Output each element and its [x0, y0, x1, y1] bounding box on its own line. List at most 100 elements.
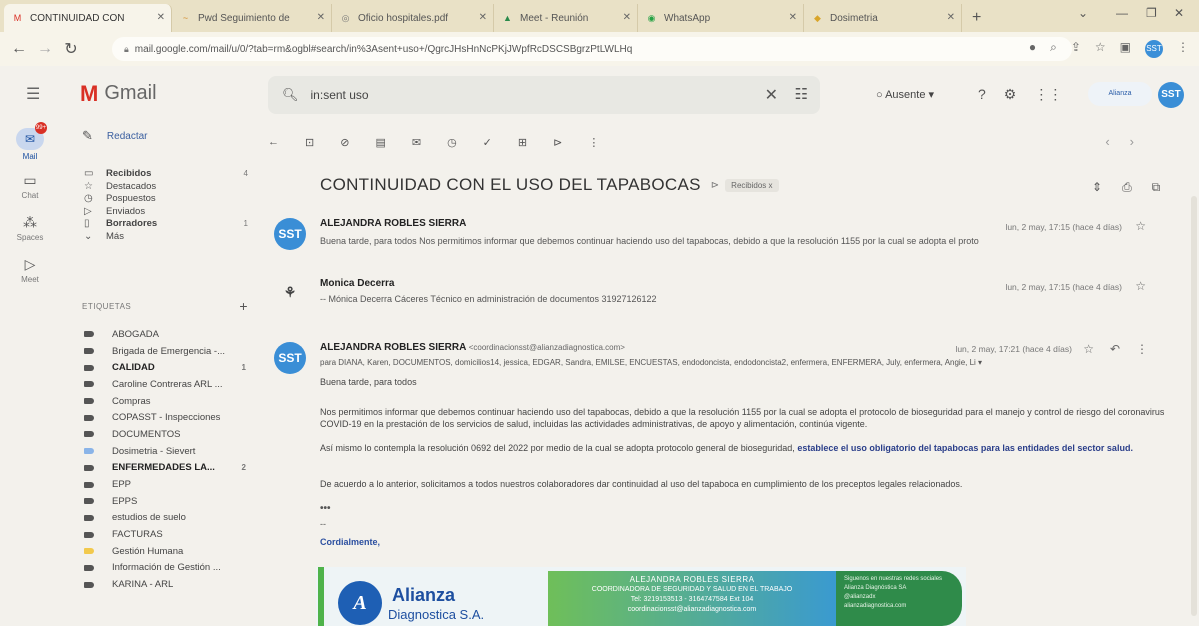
- browser-tab-gmail[interactable]: M CONTINUIDAD CON ✕: [4, 4, 172, 32]
- star-icon[interactable]: ☆: [1135, 219, 1146, 233]
- sidebar-label-item[interactable]: DOCUMENTOS: [78, 426, 248, 443]
- print-icon[interactable]: ⎙: [1122, 180, 1132, 195]
- sidebar-label-item[interactable]: estudios de suelo: [78, 510, 248, 527]
- rail-spaces[interactable]: ⁂ Spaces: [0, 214, 60, 242]
- rail-meet[interactable]: ▷ Meet: [0, 256, 60, 284]
- close-tab-icon[interactable]: ✕: [157, 12, 165, 23]
- compose-button[interactable]: ✎ Redactar: [82, 128, 147, 144]
- more-vert-icon[interactable]: ⋮: [588, 136, 599, 149]
- location-icon[interactable]: ●: [1029, 40, 1036, 58]
- maximize-icon[interactable]: ❐: [1146, 6, 1157, 20]
- sidebar-label-item[interactable]: EPP: [78, 476, 248, 493]
- open-new-window-icon[interactable]: ⧉: [1152, 180, 1161, 195]
- delete-icon[interactable]: ▤: [375, 136, 385, 149]
- search-input[interactable]: in:sent uso: [311, 88, 369, 102]
- profile-avatar[interactable]: SST: [1145, 40, 1163, 58]
- inbox-label-chip[interactable]: Recibidos x: [725, 178, 779, 192]
- pager-arrows-icon[interactable]: ‹›: [1105, 134, 1154, 149]
- sidebar-item-drafts[interactable]: ▯ Borradores 1: [78, 218, 248, 231]
- social-web[interactable]: alianzadiagnostica.com: [844, 602, 954, 611]
- close-tab-icon[interactable]: ✕: [479, 12, 487, 23]
- mark-unread-icon[interactable]: ✉: [412, 136, 421, 149]
- show-trimmed-content-button[interactable]: •••: [320, 503, 331, 514]
- message-collapsed[interactable]: SST ALEJANDRA ROBLES SIERRA Buena tarde,…: [268, 214, 1168, 254]
- hamburger-menu-icon[interactable]: ☰: [26, 84, 40, 104]
- sidebar-label-item[interactable]: ABOGADA: [78, 326, 248, 343]
- gmail-logo[interactable]: M Gmail: [80, 82, 157, 105]
- sidebar-label-item[interactable]: Gestión Humana: [78, 543, 248, 560]
- sidebar-label-item[interactable]: Brigada de Emergencia -...: [78, 343, 248, 360]
- sidebar-label-item[interactable]: COPASST - Inspecciones: [78, 409, 248, 426]
- recipients-line[interactable]: para DIANA, Karen, DOCUMENTOS, domicilio…: [320, 358, 1160, 367]
- sidebar-label-item[interactable]: ENFERMEDADES LA... 2: [78, 460, 248, 477]
- reload-icon[interactable]: ↻: [58, 39, 84, 59]
- sidebar-label-item[interactable]: KARINA - ARL: [78, 576, 248, 593]
- browser-tab-4[interactable]: ▲ Meet - Reunión ✕: [494, 4, 638, 32]
- zoom-icon[interactable]: ⌕: [1050, 40, 1057, 58]
- sidebar-label-item[interactable]: Información de Gestión ...: [78, 560, 248, 577]
- back-arrow-icon[interactable]: ←: [6, 40, 32, 58]
- scrollbar[interactable]: [1191, 196, 1197, 616]
- sidebar-label-item[interactable]: CALIDAD 1: [78, 359, 248, 376]
- sidebar-label-item[interactable]: Dosimetria - Sievert: [78, 443, 248, 460]
- star-icon[interactable]: ☆: [1083, 342, 1094, 356]
- archive-icon[interactable]: ⊡: [305, 136, 314, 149]
- sidebar-label-item[interactable]: EPPS: [78, 493, 248, 510]
- bookmark-star-icon[interactable]: ☆: [1095, 40, 1106, 58]
- more-vert-icon[interactable]: ⋮: [1136, 342, 1148, 356]
- share-icon[interactable]: ⇪: [1071, 40, 1081, 58]
- sidebar-label-item[interactable]: Compras: [78, 393, 248, 410]
- snooze-icon[interactable]: ◷: [447, 136, 457, 149]
- close-tab-icon[interactable]: ✕: [789, 12, 797, 23]
- message-collapsed[interactable]: ⚘ Monica Decerra -- Mónica Decerra Cácer…: [268, 274, 1168, 314]
- close-tab-icon[interactable]: ✕: [317, 12, 325, 23]
- reply-icon[interactable]: ↶: [1110, 342, 1120, 356]
- back-arrow-icon[interactable]: ←: [268, 136, 279, 148]
- rail-chat[interactable]: ▭ Chat: [0, 172, 60, 200]
- browser-tab-2[interactable]: ~ Pwd Seguimiento de ✕: [172, 4, 332, 32]
- account-avatar[interactable]: SST: [1158, 82, 1184, 108]
- menu-dots-icon[interactable]: ⋮: [1177, 40, 1189, 58]
- sidepanel-icon[interactable]: ▣: [1120, 40, 1131, 58]
- help-icon[interactable]: ?: [978, 86, 986, 103]
- sidebar-item-starred[interactable]: ☆ Destacados: [78, 181, 248, 194]
- search-options-icon[interactable]: ☷: [795, 85, 808, 103]
- body-greeting: Buena tarde, para todos: [320, 377, 417, 387]
- clear-search-icon[interactable]: ✕: [765, 85, 778, 105]
- browser-tab-3[interactable]: ◎ Oficio hospitales.pdf ✕: [332, 4, 494, 32]
- apps-grid-icon[interactable]: ⋮⋮: [1034, 86, 1062, 103]
- expand-all-icon[interactable]: ⇕: [1092, 180, 1102, 195]
- chevron-down-icon[interactable]: ⌄: [1078, 6, 1088, 20]
- social-facebook[interactable]: Alianza Diagnóstica SA: [844, 584, 954, 593]
- sidebar-item-inbox[interactable]: ▭ Recibidos 4: [78, 168, 248, 181]
- move-to-icon[interactable]: ⊞: [518, 136, 527, 149]
- browser-tab-5[interactable]: ◉ WhatsApp ✕: [638, 4, 804, 32]
- settings-gear-icon[interactable]: ⚙: [1004, 86, 1017, 103]
- report-spam-icon[interactable]: ⊘: [340, 136, 349, 149]
- sidebar-label-item[interactable]: FACTURAS: [78, 526, 248, 543]
- sidebar-item-more[interactable]: ⌄ Más: [78, 231, 248, 244]
- status-dropdown[interactable]: ○ Ausente ▾: [876, 88, 934, 101]
- label-icon[interactable]: ⊳: [553, 136, 562, 149]
- star-icon[interactable]: ☆: [1135, 279, 1146, 293]
- social-instagram[interactable]: @alianzadx: [844, 593, 954, 602]
- forward-arrow-icon[interactable]: →: [32, 40, 58, 58]
- new-tab-button[interactable]: +: [962, 4, 991, 32]
- add-task-icon[interactable]: ✓: [483, 136, 492, 149]
- account-brand-logo[interactable]: Alianza: [1088, 82, 1152, 106]
- minimize-icon[interactable]: —: [1116, 6, 1128, 20]
- sidebar-item-sent[interactable]: ▷ Enviados: [78, 206, 248, 219]
- close-tab-icon[interactable]: ✕: [623, 12, 631, 23]
- search-bar[interactable]: 🔍︎ in:sent uso ✕ ☷: [268, 76, 820, 114]
- rail-mail[interactable]: ✉ 99+ Mail: [0, 122, 60, 161]
- close-tab-icon[interactable]: ✕: [947, 12, 955, 23]
- importance-marker-icon[interactable]: ⊳: [711, 180, 719, 191]
- sidebar-label-item[interactable]: Caroline Contreras ARL ...: [78, 376, 248, 393]
- sidebar-item-snoozed[interactable]: ◷ Pospuestos: [78, 193, 248, 206]
- search-icon[interactable]: 🔍︎: [282, 87, 299, 103]
- add-label-icon[interactable]: +: [239, 298, 248, 314]
- label-text: EPPS: [112, 495, 138, 507]
- url-field[interactable]: 🔒︎ mail.google.com/mail/u/0/?tab=rm&ogbl…: [112, 37, 1072, 61]
- close-window-icon[interactable]: ✕: [1174, 6, 1184, 20]
- browser-tab-6[interactable]: ◆ Dosimetria ✕: [804, 4, 962, 32]
